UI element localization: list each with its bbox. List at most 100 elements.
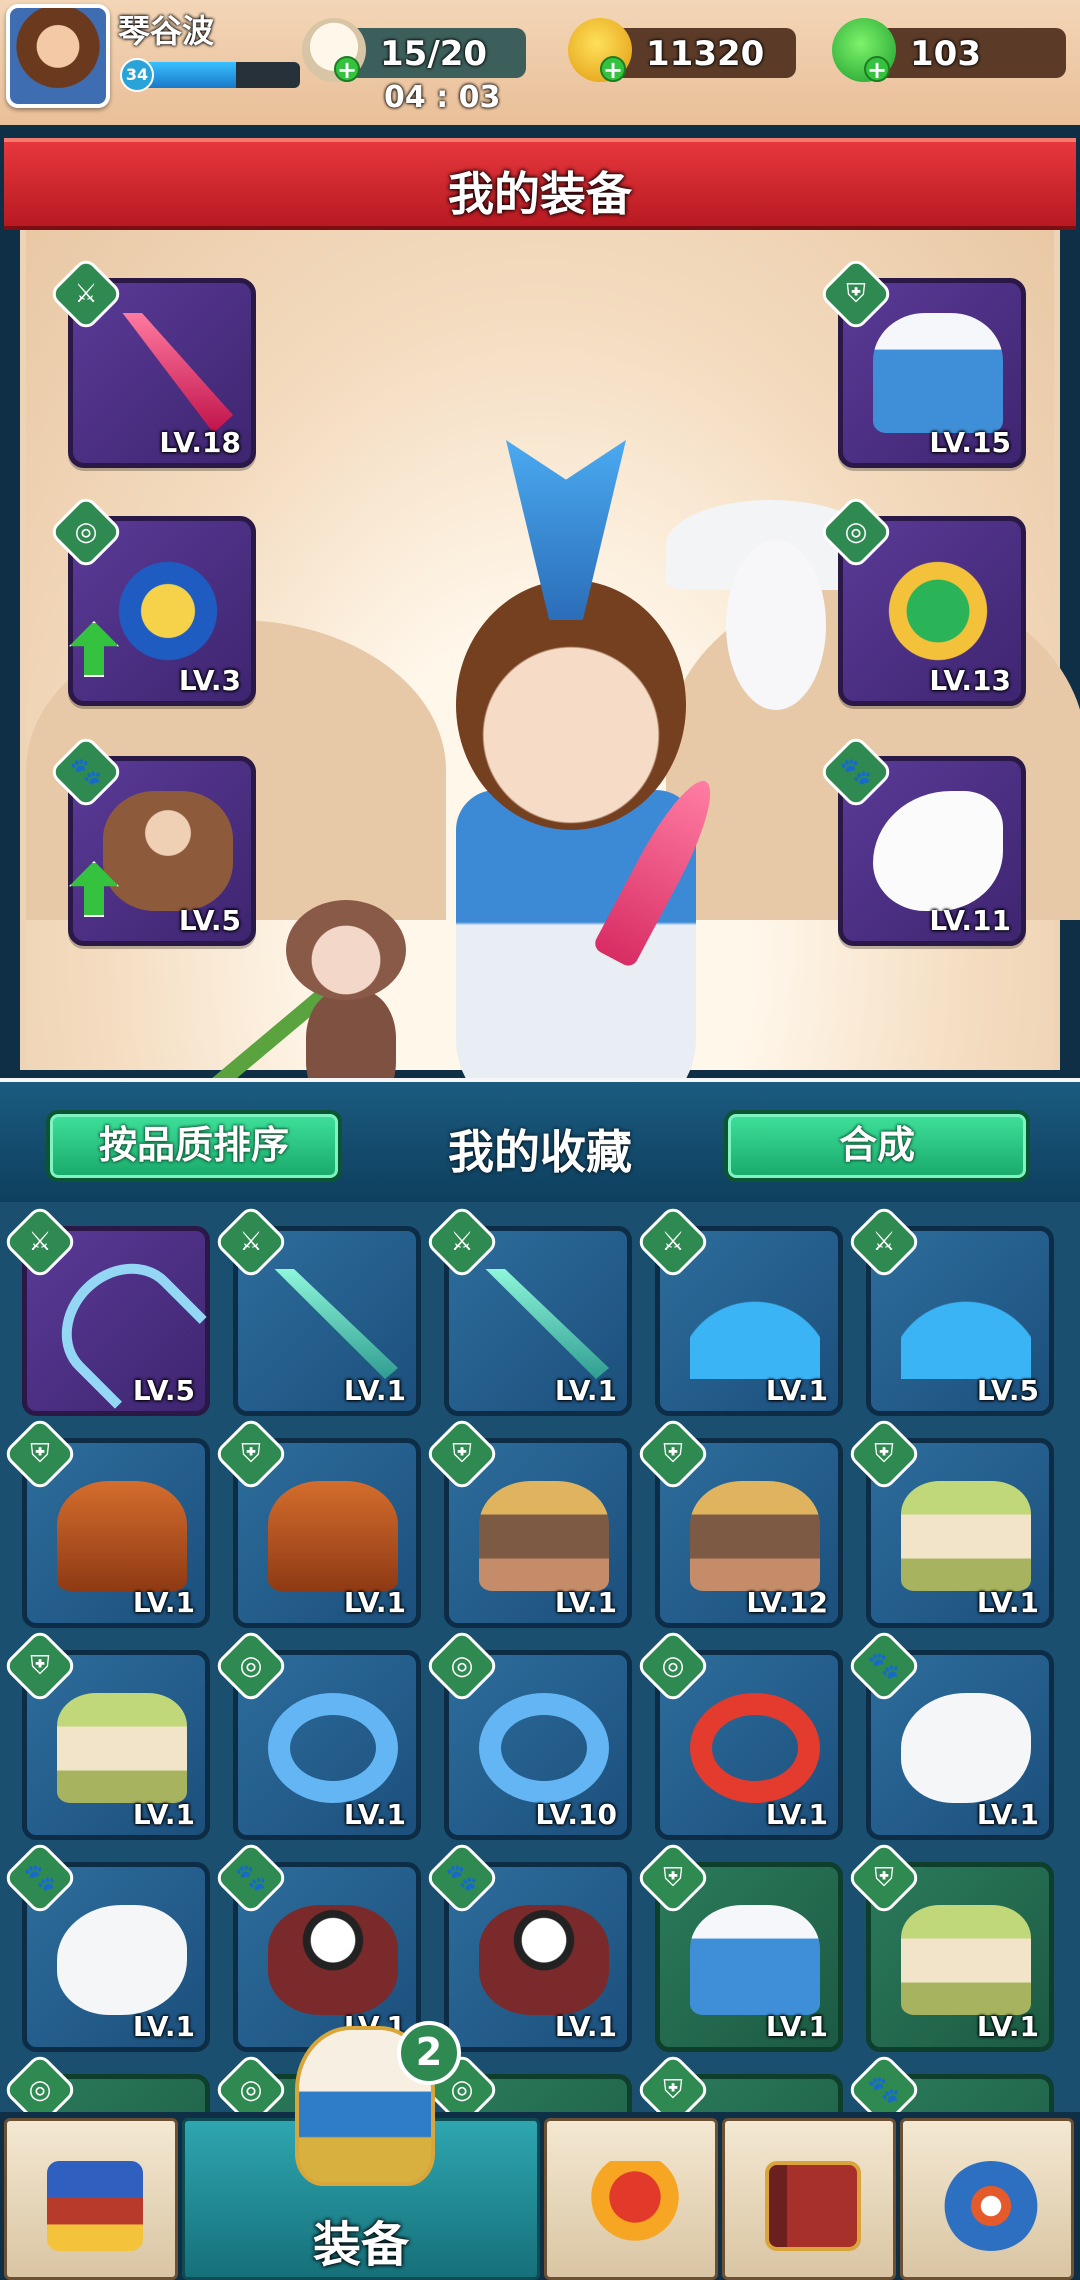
- collection-item[interactable]: 🐾LV.1: [845, 1627, 1054, 1840]
- nav-settings[interactable]: [900, 2118, 1074, 2280]
- pet-type-icon: 🐾: [212, 1839, 290, 1917]
- accessory-type-icon: ◎: [212, 1627, 290, 1705]
- cloak-blue-item-icon: [690, 1905, 820, 2015]
- collection-item[interactable]: ⚔ LV.1: [423, 1203, 632, 1416]
- stamina-counter[interactable]: + 15/20: [302, 18, 526, 82]
- right-equip-slot[interactable]: ⛨ LV.15: [817, 255, 1026, 468]
- collection-item[interactable]: 🐾LV.1: [423, 1839, 632, 2052]
- add-jade-button[interactable]: +: [864, 56, 890, 82]
- armor-type-icon: ⛨: [634, 2051, 712, 2112]
- left-equip-slot[interactable]: 🐾 LV.5: [47, 733, 256, 946]
- collection-header: 按品质排序 我的收藏 合成: [0, 1082, 1080, 1202]
- player-name: 琴谷波: [118, 12, 215, 50]
- collection-title: 我的收藏: [448, 1125, 632, 1179]
- collection-item[interactable]: ⛨ LV.1: [1, 1415, 210, 1628]
- collection-item[interactable]: ⛨ LV.1: [634, 1839, 843, 2052]
- armor-type-icon: ⛨: [212, 1415, 290, 1493]
- gear-icon: [943, 2161, 1039, 2251]
- collection-item[interactable]: ◎: [1, 2051, 210, 2112]
- accessory-type-icon: ◎: [423, 1627, 501, 1705]
- item-level: LV.1: [765, 1374, 828, 1407]
- armor-type-icon: ⛨: [634, 1415, 712, 1493]
- ring-blue-item-icon: [268, 1693, 398, 1803]
- item-level: LV.1: [765, 1798, 828, 1831]
- sort-by-quality-button[interactable]: 按品质排序: [46, 1110, 342, 1182]
- player-avatar[interactable]: [6, 4, 110, 108]
- left-equip-slot[interactable]: ⚔ LV.18: [47, 255, 256, 468]
- collection-item[interactable]: ⚔ LV.5: [1, 1203, 210, 1416]
- bottom-nav: 2 装备: [0, 2021, 1080, 2280]
- nav-equipment[interactable]: 2 装备: [182, 2021, 540, 2280]
- gold-counter[interactable]: + 11320: [568, 18, 796, 82]
- collection-item[interactable]: ◎ LV.1: [634, 1627, 843, 1840]
- collection-item[interactable]: ⛨: [634, 2051, 843, 2112]
- monkey-item-icon: [103, 791, 233, 911]
- xp-fill: [140, 62, 236, 88]
- collection-item[interactable]: ◎: [423, 2051, 632, 2112]
- item-level: LV.1: [976, 1586, 1039, 1619]
- ferret-item-icon: [57, 1905, 187, 2015]
- nav-equipment-label: 装备: [312, 2217, 409, 2273]
- collection-item[interactable]: ⛨ LV.1: [845, 1839, 1054, 2052]
- item-level: LV.13: [929, 664, 1011, 697]
- accessory-type-icon: ◎: [1, 2051, 79, 2112]
- collection-item[interactable]: ⚔ LV.5: [845, 1203, 1054, 1416]
- item-level: LV.3: [178, 664, 241, 697]
- collection-item[interactable]: ⛨ LV.1: [212, 1415, 421, 1628]
- left-equip-slot[interactable]: ◎ LV.3: [47, 493, 256, 706]
- item-level: LV.12: [746, 1586, 828, 1619]
- add-stamina-button[interactable]: +: [334, 56, 360, 82]
- book-icon: [765, 2161, 861, 2251]
- robe-green-item-icon: [901, 1905, 1031, 2015]
- robe-armor-item-icon: [690, 1481, 820, 1591]
- item-level: LV.1: [554, 1374, 617, 1407]
- collection-item[interactable]: ⚔ LV.1: [634, 1203, 843, 1416]
- collection-item[interactable]: ⚔ LV.1: [212, 1203, 421, 1416]
- accessory-type-icon: ◎: [47, 493, 125, 571]
- equip-title: 我的装备: [448, 167, 632, 221]
- collection-item[interactable]: ◎ LV.1: [212, 1627, 421, 1840]
- armor-type-icon: ⛨: [817, 255, 895, 333]
- equipment-badge: 2: [397, 2021, 461, 2085]
- collection-item[interactable]: 🐾LV.1: [1, 1839, 210, 2052]
- rooster-battle-icon: [587, 2161, 683, 2251]
- collection-grid-scroll[interactable]: ⚔ LV.5 ⚔ LV.1 ⚔ LV.1 ⚔ LV.1 ⚔ LV.5 ⛨ LV.1 ⛨ LV.1 ⛨ LV.1…: [0, 1202, 1080, 2112]
- collection-item[interactable]: 🐾LV.1: [212, 1839, 421, 2052]
- item-level: LV.1: [343, 1374, 406, 1407]
- armor-type-icon: ⛨: [845, 1415, 923, 1493]
- item-level: LV.1: [343, 1798, 406, 1831]
- nav-codex[interactable]: [722, 2118, 896, 2280]
- collection-item[interactable]: ⛨ LV.12: [634, 1415, 843, 1628]
- nav-shop[interactable]: [4, 2118, 178, 2280]
- sort-button-label: 按品质排序: [98, 1123, 289, 1167]
- combine-button[interactable]: 合成: [724, 1110, 1030, 1182]
- equip-panel: ⚔LV.18◎LV.3🐾LV.5 ⛨LV.15◎LV.13🐾LV.11 攻击 1…: [20, 200, 1080, 1232]
- ring-red-item-icon: [690, 1693, 820, 1803]
- jade-counter[interactable]: + 103: [832, 18, 1066, 82]
- item-level: LV.1: [976, 2010, 1039, 2043]
- right-equip-slot[interactable]: ◎ LV.13: [817, 493, 1026, 706]
- pet-type-icon: 🐾: [845, 2051, 923, 2112]
- right-equip-slot[interactable]: 🐾 LV.11: [817, 733, 1026, 946]
- armor-type-icon: ⛨: [634, 1839, 712, 1917]
- item-level: LV.1: [132, 1586, 195, 1619]
- item-level: LV.15: [929, 426, 1011, 459]
- monkey-head: [286, 900, 406, 1000]
- cloak-blue-item-icon: [873, 313, 1003, 433]
- item-level: LV.1: [132, 1798, 195, 1831]
- collection-item[interactable]: 🐾: [845, 2051, 1054, 2112]
- nav-battle[interactable]: [544, 2118, 718, 2280]
- collection-item[interactable]: ⛨ LV.1: [423, 1415, 632, 1628]
- add-gold-button[interactable]: +: [600, 56, 626, 82]
- collection-item[interactable]: ⛨ LV.1: [845, 1415, 1054, 1628]
- armor-type-icon: ⛨: [1, 1415, 79, 1493]
- item-level: LV.1: [765, 2010, 828, 2043]
- pet-type-icon: 🐾: [423, 1839, 501, 1917]
- item-level: LV.5: [976, 1374, 1039, 1407]
- equip-title-bar: 我的装备: [4, 138, 1076, 230]
- robe-orange-item-icon: [268, 1481, 398, 1591]
- armor-type-icon: ⛨: [1, 1627, 79, 1705]
- collection-item[interactable]: ◎ LV.10: [423, 1627, 632, 1840]
- pendant-gold-item-icon: [103, 551, 233, 671]
- collection-item[interactable]: ⛨ LV.1: [1, 1627, 210, 1840]
